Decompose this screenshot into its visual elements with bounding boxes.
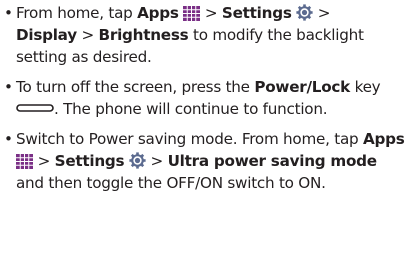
tip-brightness: • From home, tap Apps > Settings > Displa… — [4, 2, 408, 68]
separator: > — [145, 152, 168, 170]
tip-text: Switch to Power saving mode. From home, … — [16, 130, 364, 148]
tip-text: To turn off the screen, press the — [16, 78, 255, 96]
tip-text: and then toggle the OFF/ON switch to ON. — [16, 174, 326, 192]
bullet: • — [4, 130, 13, 148]
separator: > — [200, 4, 222, 22]
settings-gear-icon — [296, 4, 313, 21]
apps-grid-icon — [16, 154, 33, 169]
separator: > — [313, 4, 331, 22]
tip-text: From home, tap — [16, 4, 138, 22]
apps-label: Apps — [137, 4, 179, 22]
bullet: • — [4, 4, 13, 22]
tips-list: • From home, tap Apps > Settings > Displa… — [4, 2, 408, 194]
apps-grid-icon — [183, 6, 201, 21]
bullet: • — [4, 78, 13, 96]
power-lock-key-icon — [16, 104, 54, 112]
ultra-power-saving-label: Ultra power saving mode — [167, 152, 378, 170]
settings-label: Settings — [54, 152, 125, 170]
display-label: Display — [16, 26, 77, 44]
tip-power-lock: • To turn off the screen, press the Power… — [4, 76, 408, 120]
settings-label: Settings — [221, 4, 292, 22]
brightness-label: Brightness — [98, 26, 189, 44]
power-lock-label: Power/Lock — [254, 78, 350, 96]
separator: > — [33, 152, 55, 170]
tip-text: key — [350, 78, 381, 96]
tip-power-saving: • Switch to Power saving mode. From home,… — [4, 128, 408, 194]
tips-page: • From home, tap Apps > Settings > Displa… — [0, 0, 408, 253]
tip-text: . The phone will continue to function. — [54, 100, 328, 118]
settings-gear-icon — [129, 152, 146, 169]
apps-label: Apps — [363, 130, 405, 148]
separator: > — [76, 26, 99, 44]
